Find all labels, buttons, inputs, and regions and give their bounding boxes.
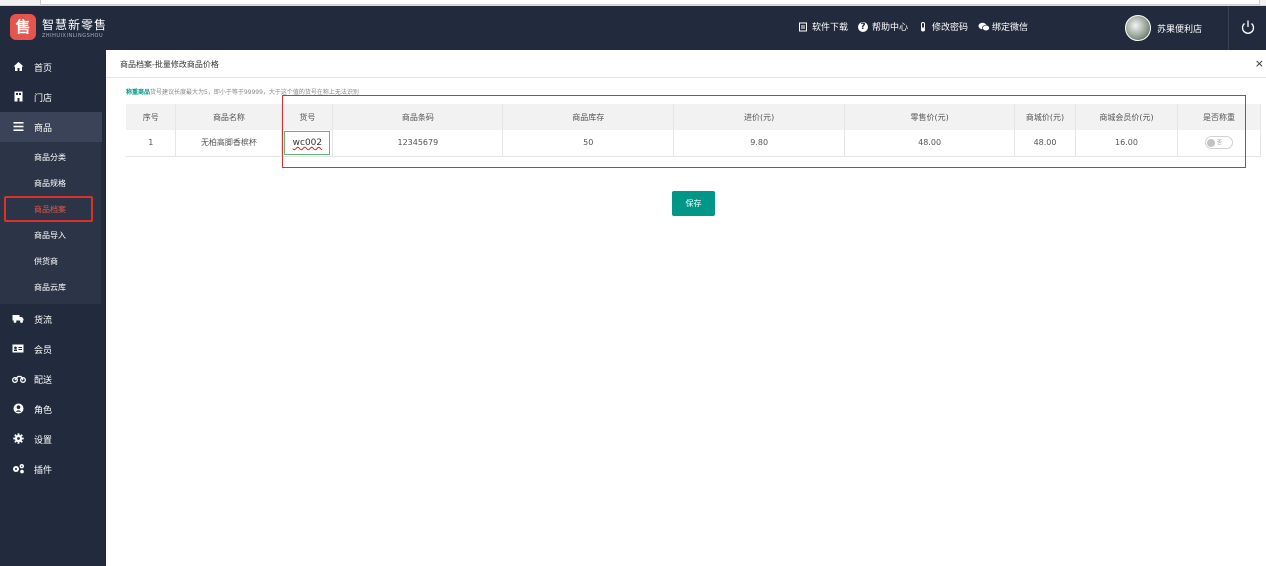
- sidebar-subitem-spec[interactable]: 商品规格: [0, 170, 101, 196]
- sidebar-item-settings[interactable]: 设置: [0, 424, 106, 454]
- motorcycle-icon: [12, 373, 26, 385]
- member-card-icon: [12, 343, 24, 355]
- cell-mall[interactable]: 48.00: [1014, 130, 1076, 157]
- sidebar-item-logistics[interactable]: 货流: [0, 304, 106, 334]
- sidebar-item-label: 货流: [34, 315, 53, 326]
- sidebar-item-member[interactable]: 会员: [0, 334, 106, 364]
- col-header-retail: 零售价(元): [844, 104, 1016, 130]
- cell-member[interactable]: 16.00: [1075, 130, 1178, 157]
- cell-no: 1: [126, 130, 177, 157]
- cell-retail[interactable]: 48.00: [844, 130, 1016, 157]
- sidebar-item-role[interactable]: 角色: [0, 394, 106, 424]
- table-header-row: 序号 商品名称 货号 商品条码 商品库存 进价(元) 零售价(元) 商城价(元)…: [126, 104, 1262, 130]
- logo-mark-icon: 售: [10, 14, 36, 40]
- download-icon: [798, 22, 808, 32]
- help-center-label: 帮助中心: [872, 23, 909, 33]
- close-icon[interactable]: ×: [1255, 57, 1264, 70]
- sidebar-item-label: 首页: [34, 63, 53, 74]
- price-table: 序号 商品名称 货号 商品条码 商品库存 进价(元) 零售价(元) 商城价(元)…: [126, 104, 1262, 157]
- logo-title: 智慧新零售: [42, 17, 108, 32]
- sidebar-subitem-supplier[interactable]: 供货商: [0, 248, 101, 274]
- col-header-stock: 商品库存: [502, 104, 675, 130]
- sidebar: 首页 门店 商品 商品分类 商品规格 商品档案 商品导入 供货商 商品云库 货流…: [0, 50, 106, 566]
- user-menu[interactable]: 苏果便利店: [1125, 15, 1202, 41]
- store-icon: [12, 91, 24, 103]
- sidebar-item-label: 配送: [34, 375, 53, 386]
- user-circle-icon: [12, 403, 24, 415]
- col-header-weigh: 是否称重: [1177, 104, 1262, 130]
- header-divider: [1228, 6, 1229, 50]
- tab-title[interactable]: 商品档案-批量修改商品价格: [120, 59, 219, 70]
- code-input[interactable]: wc002: [284, 130, 331, 155]
- cell-cost[interactable]: 9.80: [673, 130, 846, 157]
- weighing-notice: 称重商品货号建议长度最大为5，即小于等于99999，大于这个值的货号在称上无法识…: [126, 87, 359, 96]
- cell-stock[interactable]: 50: [502, 130, 675, 157]
- toggle-knob: [1206, 138, 1215, 147]
- sidebar-item-label: 门店: [34, 93, 53, 104]
- sidebar-item-goods[interactable]: 商品: [0, 112, 102, 142]
- sidebar-item-label: 角色: [34, 405, 53, 416]
- top-header: 售 智慧新零售 ZHIHUIXINLINGSHOU 软件下载 ? 帮助中心 修改…: [0, 6, 1266, 50]
- col-header-barcode: 商品条码: [332, 104, 504, 130]
- plugin-icon: [12, 463, 24, 475]
- list-icon: [12, 121, 24, 133]
- change-password-link[interactable]: 修改密码: [918, 20, 968, 33]
- col-header-name: 商品名称: [175, 104, 283, 130]
- bind-wechat-label: 绑定微信: [992, 23, 1029, 33]
- software-download-label: 软件下载: [812, 23, 849, 33]
- username: 苏果便利店: [1157, 24, 1203, 35]
- software-download-link[interactable]: 软件下载: [798, 20, 848, 33]
- notice-highlight: 称重商品: [126, 89, 151, 96]
- notice-text: 货号建议长度最大为5，即小于等于99999，大于这个值的货号在称上无法识别: [150, 89, 359, 96]
- truck-icon: [12, 313, 24, 325]
- toggle-label: 否: [1216, 140, 1222, 147]
- logo[interactable]: 售 智慧新零售 ZHIHUIXINLINGSHOU: [10, 14, 107, 40]
- logo-text: 智慧新零售 ZHIHUIXINLINGSHOU: [42, 16, 107, 39]
- address-bar[interactable]: [40, 0, 1260, 5]
- sidebar-item-label: 商品: [34, 123, 53, 134]
- sidebar-item-plugin[interactable]: 插件: [0, 454, 106, 484]
- col-header-mall: 商城价(元): [1014, 104, 1076, 130]
- cell-code: wc002: [281, 130, 334, 157]
- sidebar-subitem-cloud[interactable]: 商品云库: [0, 274, 101, 300]
- sidebar-item-home[interactable]: 首页: [0, 52, 106, 82]
- change-password-label: 修改密码: [932, 23, 969, 33]
- cell-weigh: 否: [1177, 130, 1262, 157]
- save-button[interactable]: 保存: [672, 191, 715, 216]
- header-links: 软件下载 ? 帮助中心 修改密码 绑定微信: [798, 20, 1038, 33]
- sidebar-item-label: 会员: [34, 345, 53, 356]
- bind-wechat-link[interactable]: 绑定微信: [978, 20, 1028, 33]
- avatar: [1125, 15, 1151, 41]
- sidebar-subitem-archive[interactable]: 商品档案: [4, 196, 93, 222]
- goods-submenu: 商品分类 商品规格 商品档案 商品导入 供货商 商品云库: [0, 142, 101, 304]
- weigh-toggle[interactable]: 否: [1204, 136, 1233, 150]
- main-content: 商品档案-批量修改商品价格 × 称重商品货号建议长度最大为5，即小于等于9999…: [106, 50, 1266, 566]
- sidebar-subitem-category[interactable]: 商品分类: [0, 144, 101, 170]
- sidebar-item-store[interactable]: 门店: [0, 82, 106, 112]
- logo-subtitle: ZHIHUIXINLINGSHOU: [42, 32, 104, 39]
- help-center-link[interactable]: ? 帮助中心: [858, 20, 908, 33]
- col-header-code: 货号: [281, 104, 334, 130]
- table-row: 1 无柏高脚香槟杯 wc002 12345679 50 9.80 48.00 4…: [126, 130, 1262, 157]
- password-icon: [918, 21, 928, 32]
- tab-bar: 商品档案-批量修改商品价格 ×: [106, 50, 1266, 78]
- wechat-icon: [978, 22, 990, 32]
- cell-barcode: 12345679: [332, 130, 504, 157]
- home-icon: [12, 61, 24, 73]
- sidebar-item-label: 插件: [34, 465, 53, 476]
- sidebar-item-label: 设置: [34, 435, 53, 446]
- cell-name: 无柏高脚香槟杯: [175, 130, 283, 157]
- col-header-no: 序号: [126, 104, 177, 130]
- gear-icon: [12, 433, 24, 445]
- sidebar-item-delivery[interactable]: 配送: [0, 364, 106, 394]
- col-header-member: 商城会员价(元): [1075, 104, 1178, 130]
- power-icon[interactable]: [1240, 19, 1256, 35]
- col-header-cost: 进价(元): [673, 104, 846, 130]
- sidebar-subitem-import[interactable]: 商品导入: [0, 222, 101, 248]
- help-icon: ?: [858, 21, 869, 32]
